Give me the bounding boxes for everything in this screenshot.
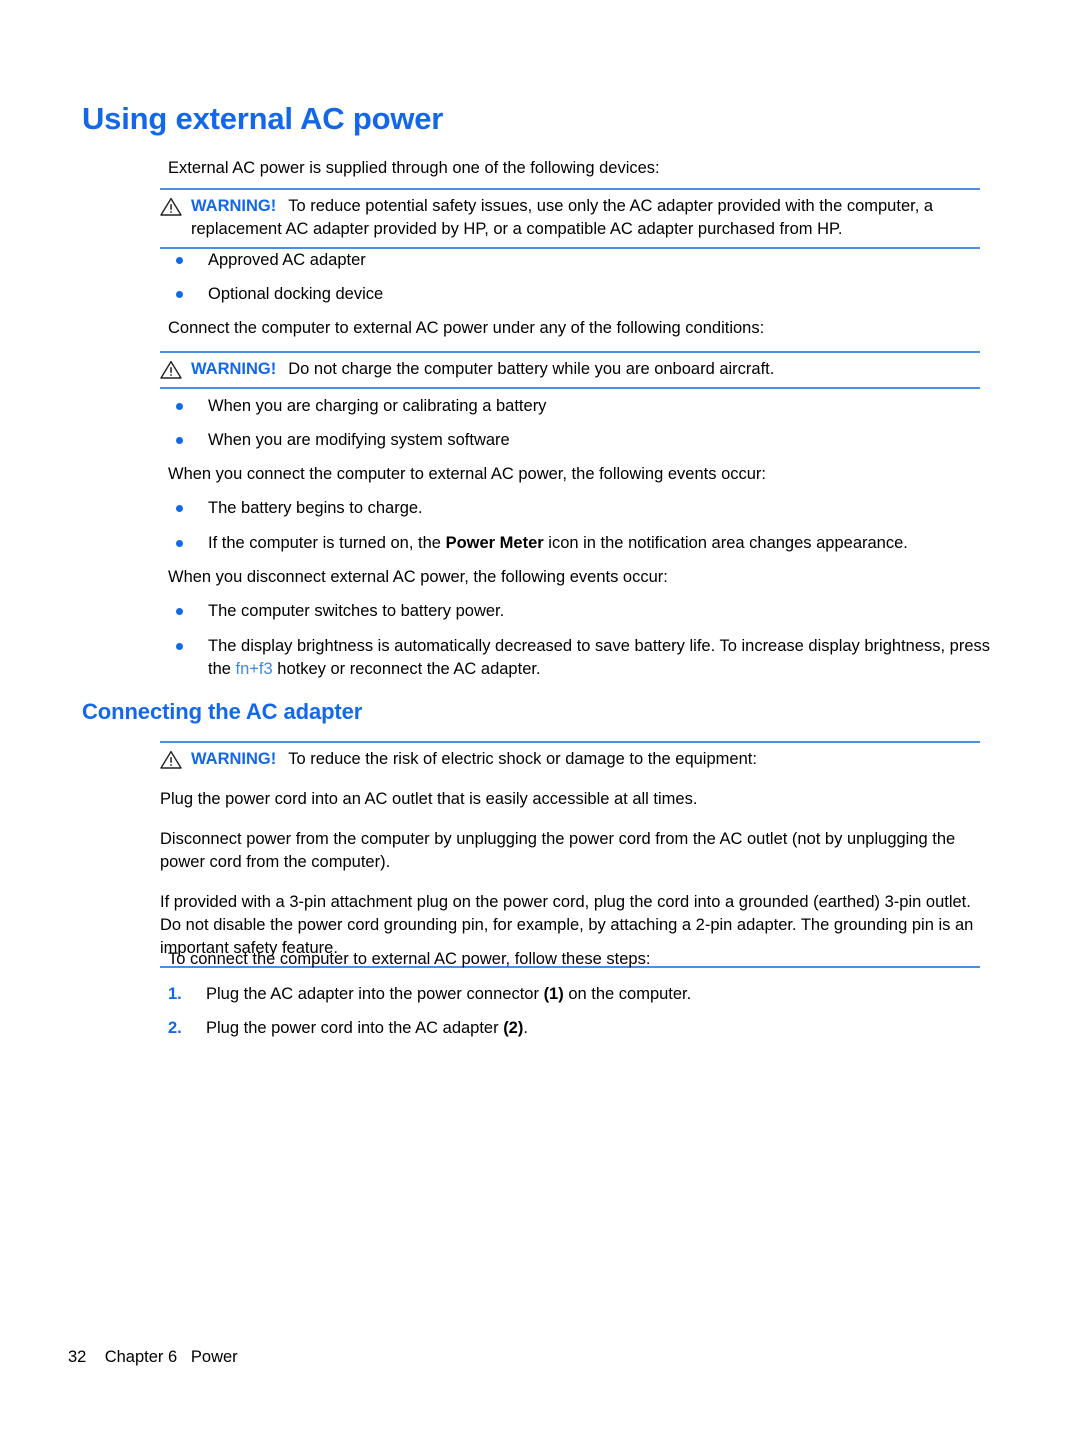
step-text-pre: Plug the power cord into the AC adapter	[206, 1019, 504, 1037]
list-item-label: When you are charging or calibrating a b…	[208, 397, 547, 415]
list-item: Approved AC adapter	[168, 249, 990, 272]
ordered-list-item: 1. Plug the AC adapter into the power co…	[168, 983, 990, 1006]
bullet-dot-icon	[176, 643, 183, 650]
connect-events-lead-paragraph: When you connect the computer to externa…	[168, 465, 766, 483]
list-item: Optional docking device	[168, 283, 990, 306]
list-item-label: Approved AC adapter	[208, 251, 366, 269]
list-item: The battery begins to charge.	[168, 497, 990, 520]
warning-box-aircraft: WARNING! Do not charge the computer batte…	[160, 351, 980, 389]
list-item-text-post: hotkey or reconnect the AC adapter.	[272, 660, 541, 678]
step-number: 1.	[168, 985, 182, 1003]
bullet-dot-icon	[176, 540, 183, 547]
list-item: The computer switches to battery power.	[168, 600, 990, 623]
list-item: When you are charging or calibrating a b…	[168, 395, 990, 418]
warning-paragraph-1: Plug the power cord into an AC outlet th…	[160, 790, 698, 808]
warning-label: WARNING!	[191, 197, 277, 215]
warning-label: WARNING!	[191, 750, 277, 768]
warning-text-shock-lead: To reduce the risk of electric shock or …	[288, 750, 757, 768]
warning-triangle-icon	[160, 197, 182, 216]
list-item-text-pre: If the computer is turned on, the	[208, 534, 446, 552]
warning-box-adapter: WARNING! To reduce potential safety issue…	[160, 188, 980, 249]
disconnect-events-lead-paragraph: When you disconnect external AC power, t…	[168, 568, 668, 586]
warning-body: WARNING! Do not charge the computer batte…	[160, 358, 980, 381]
bullet-dot-icon	[176, 437, 183, 444]
power-meter-emphasis: Power Meter	[445, 534, 544, 552]
step-number: 2.	[168, 1019, 182, 1037]
warning-text-adapter: To reduce potential safety issues, use o…	[191, 197, 934, 238]
warning-paragraph-2: Disconnect power from the computer by un…	[160, 830, 956, 871]
step-text-post: .	[523, 1019, 528, 1037]
list-item-label: The computer switches to battery power.	[208, 602, 505, 620]
list-item-label: The battery begins to charge.	[208, 499, 423, 517]
callout-reference-1: (1)	[543, 985, 564, 1003]
section-title-connecting-ac-adapter: Connecting the AC adapter	[82, 699, 363, 724]
warning-triangle-icon	[160, 750, 182, 769]
list-item-text-post: icon in the notification area changes ap…	[543, 534, 908, 552]
list-item-label: Optional docking device	[208, 285, 384, 303]
hotkey-link-fn-f3[interactable]: fn+f3	[236, 660, 273, 678]
intro-devices-paragraph: External AC power is supplied through on…	[168, 159, 660, 177]
warning-triangle-icon	[160, 360, 182, 379]
step-text-pre: Plug the AC adapter into the power conne…	[206, 985, 544, 1003]
list-item: When you are modifying system software	[168, 429, 990, 452]
bullet-dot-icon	[176, 257, 183, 264]
list-item-label: When you are modifying system software	[208, 431, 510, 449]
conditions-lead-paragraph: Connect the computer to external AC powe…	[168, 319, 765, 337]
step-text-post: on the computer.	[563, 985, 692, 1003]
warning-box-electric-shock: WARNING! To reduce the risk of electric s…	[160, 741, 980, 968]
warning-text-aircraft: Do not charge the computer battery while…	[288, 360, 775, 378]
steps-lead-paragraph: To connect the computer to external AC p…	[168, 950, 651, 968]
list-item: If the computer is turned on, the Power …	[168, 532, 990, 555]
ordered-list-item: 2. Plug the power cord into the AC adapt…	[168, 1017, 990, 1040]
warning-body: WARNING! To reduce potential safety issue…	[160, 195, 980, 241]
warning-label: WARNING!	[191, 360, 277, 378]
bullet-dot-icon	[176, 403, 183, 410]
list-item: The display brightness is automatically …	[168, 635, 990, 681]
bullet-dot-icon	[176, 608, 183, 615]
bullet-dot-icon	[176, 291, 183, 298]
warning-body: WARNING! To reduce the risk of electric s…	[160, 748, 980, 960]
page-footer: 32 Chapter 6 Power	[68, 1348, 238, 1366]
document-page: Using external AC power External AC powe…	[0, 0, 1080, 1437]
page-title: Using external AC power	[82, 101, 444, 136]
bullet-dot-icon	[176, 505, 183, 512]
callout-reference-2: (2)	[503, 1019, 524, 1037]
